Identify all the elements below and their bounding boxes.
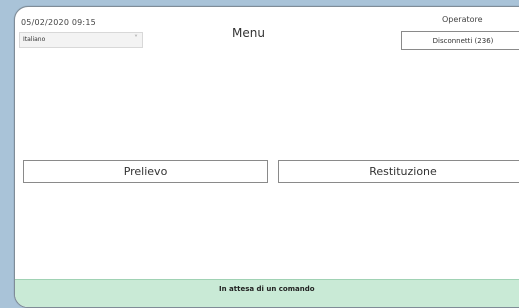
- operator-label: Operatore: [442, 15, 483, 24]
- datetime-display: 05/02/2020 09:15: [21, 18, 96, 27]
- language-select[interactable]: Italiano ˅: [19, 32, 143, 48]
- prelievo-button[interactable]: Prelievo: [23, 160, 268, 183]
- restituzione-button[interactable]: Restituzione: [278, 160, 519, 183]
- app-window: 05/02/2020 09:15 Italiano ˅ Menu Operato…: [14, 6, 519, 308]
- disconnect-button[interactable]: Disconnetti (236): [401, 31, 519, 50]
- status-bar: In attesa di un comando: [15, 279, 519, 307]
- language-select-value: Italiano: [23, 36, 46, 43]
- page-title: Menu: [232, 26, 265, 40]
- chevron-down-icon: ˅: [134, 34, 138, 43]
- status-text: In attesa di un comando: [219, 285, 315, 293]
